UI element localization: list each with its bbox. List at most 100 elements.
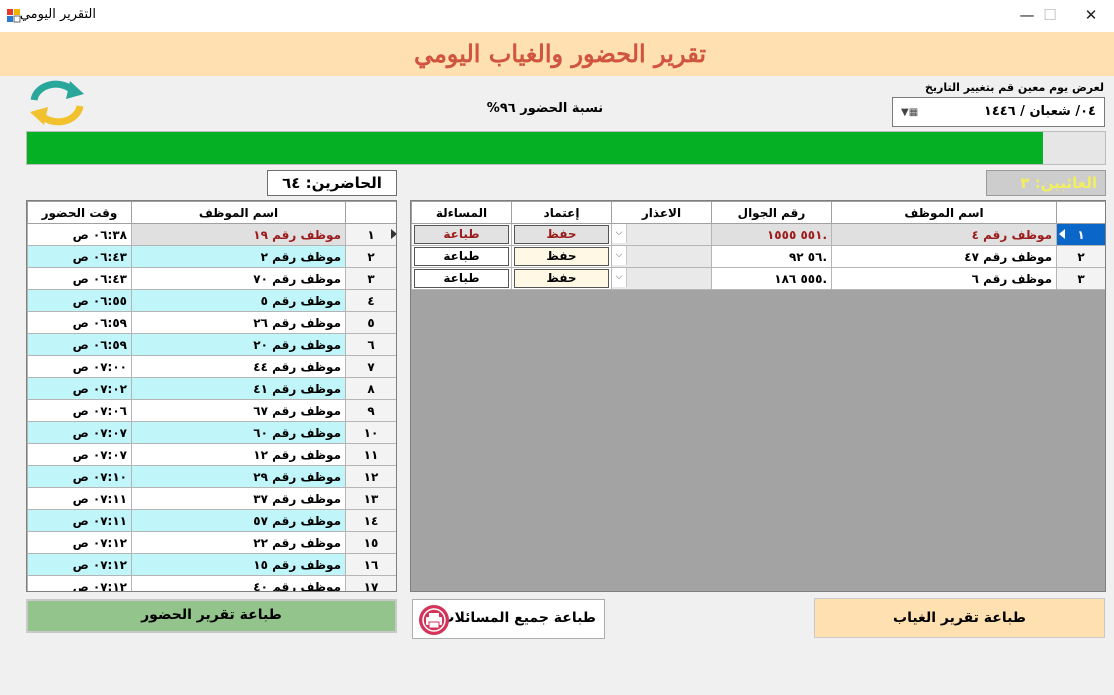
column-header-name[interactable]: اسم الموظف xyxy=(831,201,1057,224)
chevron-down-icon[interactable]: ⌵ xyxy=(612,224,627,243)
close-button[interactable]: ✕ xyxy=(1068,0,1114,32)
employee-name-cell[interactable]: موظف رقم ١٢ xyxy=(131,443,346,466)
phone-cell[interactable]: .٥٥١ ١٥٥٥ xyxy=(711,223,832,246)
row-number-cell[interactable]: ٣ xyxy=(345,267,396,290)
arrival-time-cell[interactable]: ٠٧:٠٧ ص xyxy=(27,443,132,466)
employee-name-cell[interactable]: موظف رقم ٥ xyxy=(131,289,346,312)
chevron-down-icon[interactable]: ⌵ xyxy=(612,268,627,287)
row-number-cell[interactable]: ١ xyxy=(345,223,396,246)
maximize-button[interactable]: ☐ xyxy=(1027,0,1073,32)
print-all-queries-button[interactable]: طباعة جميع المسائلات xyxy=(412,599,605,639)
arrival-time-cell[interactable]: ٠٧:٠٧ ص xyxy=(27,421,132,444)
print-query-button[interactable]: طباعة xyxy=(414,269,509,288)
arrival-time-cell[interactable]: ٠٦:٥٩ ص xyxy=(27,333,132,356)
arrival-time-cell[interactable]: ٠٦:٣٨ ص xyxy=(27,223,132,246)
absent-table-row[interactable]: طباعة حفظ ⌵ .٥٥٥ ١٨٦ موظف رقم ٦ ٣ xyxy=(411,267,1105,290)
present-grid[interactable]: وقت الحضور اسم الموظف ٠٦:٣٨ ص موظف رقم ١٩… xyxy=(26,200,397,592)
row-number-cell[interactable]: ١٥ xyxy=(345,531,396,554)
present-table-row[interactable]: ٠٧:١٢ ص موظف رقم ١٥ ١٦ xyxy=(27,553,396,576)
arrival-time-cell[interactable]: ٠٧:٠٦ ص xyxy=(27,399,132,422)
employee-name-cell[interactable]: موظف رقم ٤٠ xyxy=(131,575,346,591)
present-table-row[interactable]: ٠٧:٠٧ ص موظف رقم ١٢ ١١ xyxy=(27,443,396,466)
row-number-cell[interactable]: ٤ xyxy=(345,289,396,312)
row-number-cell[interactable]: ١٠ xyxy=(345,421,396,444)
row-number-cell[interactable]: ٢ xyxy=(345,245,396,268)
save-approval-button[interactable]: حفظ xyxy=(514,269,609,288)
row-number-cell[interactable]: ٢ xyxy=(1056,245,1105,268)
employee-name-cell[interactable]: موظف رقم ٤٤ xyxy=(131,355,346,378)
row-number-cell[interactable]: ١٧ xyxy=(345,575,396,591)
employee-name-cell[interactable]: موظف رقم ٢ xyxy=(131,245,346,268)
absent-table-row[interactable]: طباعة حفظ ⌵ .٥٦ ٩٢ موظف رقم ٤٧ ٢ xyxy=(411,245,1105,268)
employee-name-cell[interactable]: موظف رقم ٤٧ xyxy=(831,245,1057,268)
arrival-time-cell[interactable]: ٠٧:٠٠ ص xyxy=(27,355,132,378)
present-table-row[interactable]: ٠٧:٠٦ ص موظف رقم ٦٧ ٩ xyxy=(27,399,396,422)
present-table-row[interactable]: ٠٧:١٢ ص موظف رقم ٤٠ ١٧ xyxy=(27,575,396,591)
row-number-cell[interactable]: ١١ xyxy=(345,443,396,466)
present-table-row[interactable]: ٠٦:٥٥ ص موظف رقم ٥ ٤ xyxy=(27,289,396,312)
employee-name-cell[interactable]: موظف رقم ٧٠ xyxy=(131,267,346,290)
employee-name-cell[interactable]: موظف رقم ٦٧ xyxy=(131,399,346,422)
present-table-row[interactable]: ٠٧:١١ ص موظف رقم ٥٧ ١٤ xyxy=(27,509,396,532)
row-number-cell[interactable]: ١٣ xyxy=(345,487,396,510)
save-approval-button[interactable]: حفظ xyxy=(514,225,609,244)
row-number-cell[interactable]: ٨ xyxy=(345,377,396,400)
arrival-time-cell[interactable]: ٠٦:٥٥ ص xyxy=(27,289,132,312)
employee-name-cell[interactable]: موظف رقم ٦ xyxy=(831,267,1057,290)
present-table-row[interactable]: ٠٧:١٢ ص موظف رقم ٢٢ ١٥ xyxy=(27,531,396,554)
arrival-time-cell[interactable]: ٠٧:١٠ ص xyxy=(27,465,132,488)
row-number-cell[interactable]: ٦ xyxy=(345,333,396,356)
row-number-cell[interactable]: ٣ xyxy=(1056,267,1105,290)
row-number-cell[interactable]: ١٤ xyxy=(345,509,396,532)
row-number-cell[interactable]: ٥ xyxy=(345,311,396,334)
present-table-row[interactable]: ٠٧:١١ ص موظف رقم ٣٧ ١٣ xyxy=(27,487,396,510)
print-absence-report-button[interactable]: طباعة تقرير الغياب xyxy=(814,598,1105,638)
employee-name-cell[interactable]: موظف رقم ١٥ xyxy=(131,553,346,576)
column-header-excuses[interactable]: الاعذار xyxy=(611,201,712,224)
phone-cell[interactable]: .٥٦ ٩٢ xyxy=(711,245,832,268)
present-table-row[interactable]: ٠٧:٠٧ ص موظف رقم ٦٠ ١٠ xyxy=(27,421,396,444)
date-picker[interactable]: ٠٤/ شعبان / ١٤٤٦ ▼▦ xyxy=(892,97,1105,127)
arrival-time-cell[interactable]: ٠٦:٥٩ ص xyxy=(27,311,132,334)
save-approval-button[interactable]: حفظ xyxy=(514,247,609,266)
print-query-button[interactable]: طباعة xyxy=(414,247,509,266)
excuses-combo[interactable]: ⌵ xyxy=(611,267,712,290)
present-table-row[interactable]: ٠٦:٤٣ ص موظف رقم ٢ ٢ xyxy=(27,245,396,268)
arrival-time-cell[interactable]: ٠٧:١٢ ص xyxy=(27,531,132,554)
employee-name-cell[interactable]: موظف رقم ٣٧ xyxy=(131,487,346,510)
employee-name-cell[interactable]: موظف رقم ٢٦ xyxy=(131,311,346,334)
employee-name-cell[interactable]: موظف رقم ١٩ xyxy=(131,223,346,246)
arrival-time-cell[interactable]: ٠٦:٤٣ ص xyxy=(27,267,132,290)
chevron-down-icon[interactable]: ⌵ xyxy=(612,246,627,265)
print-query-button[interactable]: طباعة xyxy=(414,225,509,244)
excuses-combo[interactable]: ⌵ xyxy=(611,223,712,246)
row-number-cell[interactable]: ٩ xyxy=(345,399,396,422)
employee-name-cell[interactable]: موظف رقم ٤١ xyxy=(131,377,346,400)
column-header-phone[interactable]: رقم الجوال xyxy=(711,201,832,224)
column-header-approve[interactable]: إعتماد xyxy=(511,201,612,224)
row-number-cell[interactable]: ١ xyxy=(1056,223,1105,246)
absent-grid[interactable]: المساءلة إعتماد الاعذار رقم الجوال اسم ا… xyxy=(410,200,1106,592)
present-table-row[interactable]: ٠٧:٠٠ ص موظف رقم ٤٤ ٧ xyxy=(27,355,396,378)
column-header-name[interactable]: اسم الموظف xyxy=(131,201,346,224)
absent-table-row[interactable]: طباعة حفظ ⌵ .٥٥١ ١٥٥٥ موظف رقم ٤ ١ xyxy=(411,223,1105,246)
arrival-time-cell[interactable]: ٠٧:١٢ ص xyxy=(27,553,132,576)
present-table-row[interactable]: ٠٦:٤٣ ص موظف رقم ٧٠ ٣ xyxy=(27,267,396,290)
column-header-query[interactable]: المساءلة xyxy=(411,201,512,224)
refresh-icon[interactable] xyxy=(26,78,88,128)
arrival-time-cell[interactable]: ٠٧:٠٢ ص xyxy=(27,377,132,400)
present-table-row[interactable]: ٠٦:٣٨ ص موظف رقم ١٩ ١ xyxy=(27,223,396,246)
employee-name-cell[interactable]: موظف رقم ٢٢ xyxy=(131,531,346,554)
column-header-time[interactable]: وقت الحضور xyxy=(27,201,132,224)
present-table-row[interactable]: ٠٧:١٠ ص موظف رقم ٢٩ ١٢ xyxy=(27,465,396,488)
arrival-time-cell[interactable]: ٠٦:٤٣ ص xyxy=(27,245,132,268)
calendar-dropdown-icon[interactable]: ▼▦ xyxy=(901,107,918,118)
employee-name-cell[interactable]: موظف رقم ٢٩ xyxy=(131,465,346,488)
row-number-cell[interactable]: ١٢ xyxy=(345,465,396,488)
row-number-cell[interactable]: ٧ xyxy=(345,355,396,378)
row-number-cell[interactable]: ١٦ xyxy=(345,553,396,576)
employee-name-cell[interactable]: موظف رقم ٦٠ xyxy=(131,421,346,444)
print-attendance-report-button[interactable]: طباعة تقرير الحضور xyxy=(26,599,397,633)
present-table-row[interactable]: ٠٦:٥٩ ص موظف رقم ٢٦ ٥ xyxy=(27,311,396,334)
arrival-time-cell[interactable]: ٠٧:١١ ص xyxy=(27,509,132,532)
